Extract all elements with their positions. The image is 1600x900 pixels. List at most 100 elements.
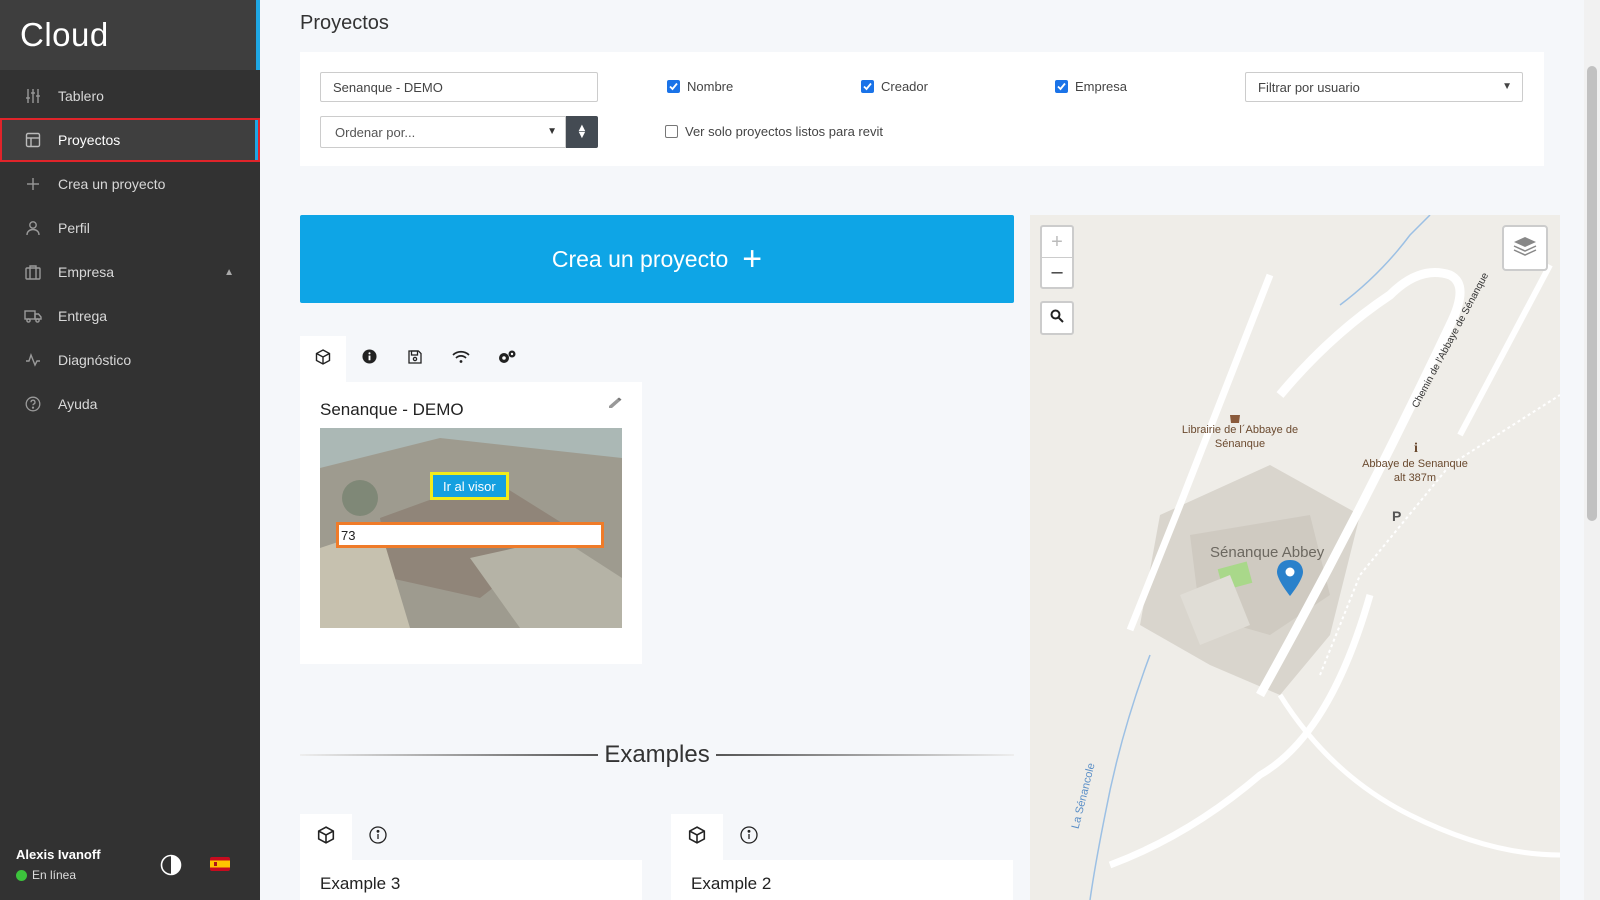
divider-left [300, 754, 599, 756]
example-card: Example 3 [300, 860, 642, 900]
wifi-icon [452, 350, 470, 369]
examples-title: Examples [604, 741, 710, 768]
map-layers-button[interactable] [1502, 225, 1548, 271]
example-card: Example 2 [671, 860, 1013, 900]
user-name: Alexis Ivanoff [16, 847, 101, 862]
tab-connection[interactable] [438, 336, 484, 382]
online-status-icon [16, 869, 27, 881]
project-card-title: Senanque - DEMO [320, 400, 464, 419]
sidebar-item-empresa[interactable]: Empresa ▲ [0, 250, 260, 294]
user-filter-select[interactable]: Filtrar por usuario ▼ [1245, 72, 1523, 102]
info-icon [369, 825, 387, 849]
sort-arrows-icon: ▲ ▼ [576, 122, 588, 141]
user-icon [24, 219, 42, 237]
examples-heading: Examples [300, 740, 1014, 770]
theme-toggle-icon[interactable] [160, 854, 182, 876]
sidebar-item-perfil[interactable]: Perfil [0, 206, 260, 250]
checkbox-label: Ver solo proyectos listos para revit [685, 124, 883, 139]
chevron-up-icon[interactable]: ▲ [224, 267, 234, 278]
spain-flag-icon[interactable] [210, 857, 230, 871]
sidebar-item-diagnostico[interactable]: Diagnóstico [0, 338, 260, 382]
edit-icon[interactable] [606, 394, 624, 412]
tab-model[interactable] [671, 814, 723, 860]
user-status: En línea [16, 868, 101, 882]
sort-select[interactable]: Ordenar por... ▼ [320, 116, 566, 148]
project-thumbnail[interactable]: Ir al visor 73 [320, 428, 622, 628]
sidebar-item-ayuda[interactable]: Ayuda [0, 382, 260, 426]
sidebar-item-label: Perfil [58, 220, 90, 236]
zoom-out-button[interactable]: – [1042, 257, 1072, 287]
sidebar-item-label: Tablero [58, 88, 104, 104]
cube-icon [688, 825, 706, 849]
brand[interactable]: Cloud [0, 0, 260, 70]
help-icon [24, 395, 42, 413]
thumbnail-input[interactable]: 73 [336, 522, 604, 548]
svg-text:i: i [1414, 441, 1418, 456]
tab-info[interactable] [352, 814, 404, 860]
scrollbar-thumb[interactable] [1587, 66, 1597, 521]
example-card-tabs [300, 814, 404, 860]
checkbox-revit-only[interactable]: Ver solo proyectos listos para revit [665, 124, 883, 139]
search-icon [1050, 309, 1064, 328]
map[interactable]: i Librairie de l´Abbaye de Sénanque Abba… [1030, 215, 1560, 900]
info-icon [740, 825, 758, 849]
tab-settings[interactable] [484, 336, 530, 382]
sidebar-nav: Tablero Proyectos Crea un proyecto Perfi… [0, 74, 260, 426]
checkbox-box[interactable] [665, 125, 678, 138]
example-card-title: Example 3 [320, 874, 401, 893]
save-icon [408, 349, 422, 369]
filter-panel: Ordenar por... ▼ ▲▼ Nombre Creador Empre… [300, 52, 1544, 166]
sidebar-item-entrega[interactable]: Entrega [0, 294, 260, 338]
page-scrollbar[interactable] [1584, 0, 1600, 900]
checkbox-label: Empresa [1075, 79, 1128, 94]
activity-icon [24, 351, 42, 369]
settings-icon [497, 349, 517, 370]
page-title: Proyectos [300, 12, 389, 34]
tab-model[interactable] [300, 814, 352, 860]
plus-icon: + [742, 240, 763, 278]
sidebar-item-label: Empresa [58, 264, 115, 280]
create-project-button[interactable]: Crea un proyecto + [300, 215, 1014, 303]
sidebar-item-tablero[interactable]: Tablero [0, 74, 260, 118]
sidebar-item-label: Crea un proyecto [58, 176, 166, 192]
checkbox-label: Creador [881, 79, 928, 94]
go-to-viewer-button[interactable]: Ir al visor [430, 472, 509, 500]
tab-model[interactable] [300, 336, 346, 382]
tab-info[interactable] [346, 336, 392, 382]
project-card: Senanque - DEMO Ir al visor 73 [300, 382, 642, 664]
tab-info[interactable] [723, 814, 775, 860]
layers-icon [1512, 235, 1538, 262]
checkbox-empresa[interactable]: Empresa [1055, 79, 1127, 94]
create-project-label: Crea un proyecto [551, 245, 729, 272]
sidebar-item-label: Proyectos [58, 132, 121, 148]
check-icon[interactable] [1055, 80, 1068, 93]
sidebar-item-proyectos[interactable]: Proyectos [0, 118, 260, 162]
example-card-tabs [671, 814, 775, 860]
zoom-control: + – [1040, 225, 1074, 289]
check-icon[interactable] [861, 80, 874, 93]
project-card-tabs [300, 336, 530, 382]
layout-icon [24, 131, 42, 149]
sidebar-item-crea-proyecto[interactable]: Crea un proyecto [0, 162, 260, 206]
user-filter-label: Filtrar por usuario [1258, 79, 1360, 95]
checkbox-label: Nombre [687, 79, 734, 94]
checkbox-creador[interactable]: Creador [861, 79, 928, 94]
divider-right [715, 754, 1014, 756]
user-box: Alexis Ivanoff En línea [16, 847, 101, 882]
cube-icon [317, 825, 335, 849]
search-input[interactable] [320, 72, 598, 102]
zoom-in-button[interactable]: + [1042, 227, 1072, 257]
map-label-abbey: Sénanque Abbey [1210, 544, 1325, 561]
checkbox-nombre[interactable]: Nombre [667, 79, 733, 94]
check-icon[interactable] [667, 80, 680, 93]
sidebar-item-label: Diagnóstico [58, 352, 132, 368]
sidebar: Cloud Tablero Proyectos Crea un proyecto… [0, 0, 260, 900]
tab-save[interactable] [392, 336, 438, 382]
map-search-button[interactable] [1040, 301, 1074, 335]
sort-select-label: Ordenar por... [335, 124, 416, 140]
sidebar-item-label: Entrega [58, 308, 108, 324]
brand-logo-text: Cloud [20, 16, 109, 53]
sort-direction-button[interactable]: ▲ ▼ [566, 116, 598, 148]
chevron-down-icon: ▼ [547, 126, 557, 137]
info-icon [361, 349, 377, 369]
